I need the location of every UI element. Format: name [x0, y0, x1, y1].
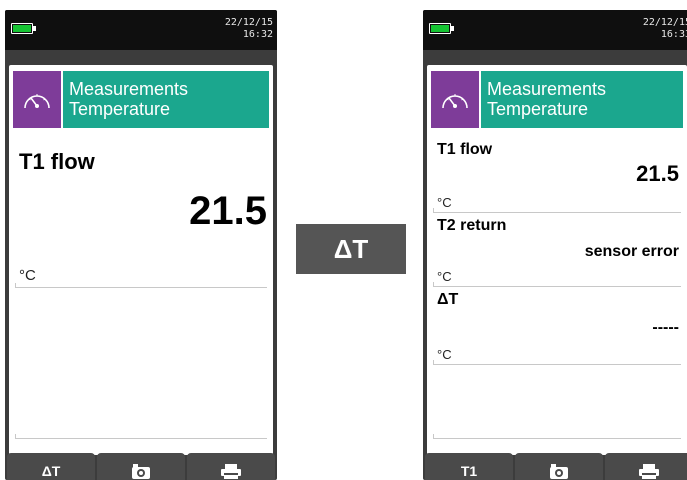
- menu-header: Measurements Temperature: [13, 71, 269, 128]
- screen: Measurements Temperature T1 flow 21.5 °C…: [427, 65, 687, 455]
- softkey-bar: T1: [423, 453, 687, 480]
- status-bar: 22/12/15 16:33: [423, 10, 687, 50]
- date-text: 22/12/15: [642, 17, 687, 28]
- separator: [433, 360, 681, 365]
- softkey-bar: ΔT: [5, 453, 277, 480]
- menu-title: Measurements Temperature: [479, 71, 683, 128]
- measurement-name: ΔT: [437, 291, 459, 308]
- camera-icon: [550, 464, 568, 479]
- softkey-camera[interactable]: [515, 453, 603, 480]
- measurement-value: -----: [652, 319, 679, 336]
- measurement-name: T2 return: [437, 217, 507, 234]
- measurement-value: 21.5: [636, 161, 679, 186]
- measurement-value: 21.5: [189, 189, 267, 233]
- time-text: 16:33: [660, 29, 687, 40]
- softkey-camera[interactable]: [97, 453, 185, 480]
- screen: Measurements Temperature T1 flow 21.5 °C: [9, 65, 273, 455]
- separator: [15, 283, 267, 288]
- measurement-unit: °C: [19, 267, 36, 284]
- printer-icon: [639, 464, 659, 479]
- measurement-value: sensor error: [584, 243, 679, 260]
- status-bar: 22/12/15 16:32: [5, 10, 277, 50]
- measurement-name: T1 flow: [437, 141, 493, 158]
- menu-header: Measurements Temperature: [431, 71, 683, 128]
- menu-title-line2: Temperature: [69, 99, 171, 119]
- right-device: 22/12/15 16:33 Measurements: [423, 10, 687, 480]
- printer-icon: [221, 464, 241, 479]
- delta-t-button[interactable]: ΔT: [296, 224, 406, 274]
- battery-icon: [429, 23, 454, 34]
- menu-title-line1: Measurements: [69, 79, 189, 99]
- date-text: 22/12/15: [224, 17, 273, 28]
- measurement-unit: °C: [437, 347, 452, 362]
- measurement-unit: °C: [437, 195, 452, 210]
- time-text: 16:32: [242, 29, 273, 40]
- gauge-icon: [13, 71, 61, 128]
- softkey-delta-t-label: ΔT: [41, 463, 61, 479]
- gauge-icon: [431, 71, 479, 128]
- left-device: 22/12/15 16:32 Measurements Temperature …: [5, 10, 277, 480]
- menu-title: Measurements Temperature: [61, 71, 269, 128]
- separator: [433, 434, 681, 439]
- comparison-stage: 22/12/15 16:32 Measurements Temperature …: [0, 0, 687, 480]
- clock: 22/12/15 16:32: [225, 17, 273, 41]
- camera-icon: [132, 464, 150, 479]
- measurement-unit: °C: [437, 269, 452, 284]
- softkey-t1-label: T1: [460, 463, 478, 479]
- separator: [433, 282, 681, 287]
- softkey-print[interactable]: [187, 453, 275, 480]
- clock: 22/12/15 16:33: [643, 17, 687, 41]
- measurement-name: T1 flow: [19, 149, 95, 174]
- softkey-delta-t[interactable]: ΔT: [7, 453, 95, 480]
- menu-title-line2: Temperature: [487, 99, 589, 119]
- softkey-t1[interactable]: T1: [425, 453, 513, 480]
- battery-icon: [11, 23, 36, 34]
- softkey-print[interactable]: [605, 453, 687, 480]
- menu-title-line1: Measurements: [487, 79, 607, 99]
- separator: [433, 208, 681, 213]
- separator: [15, 434, 267, 439]
